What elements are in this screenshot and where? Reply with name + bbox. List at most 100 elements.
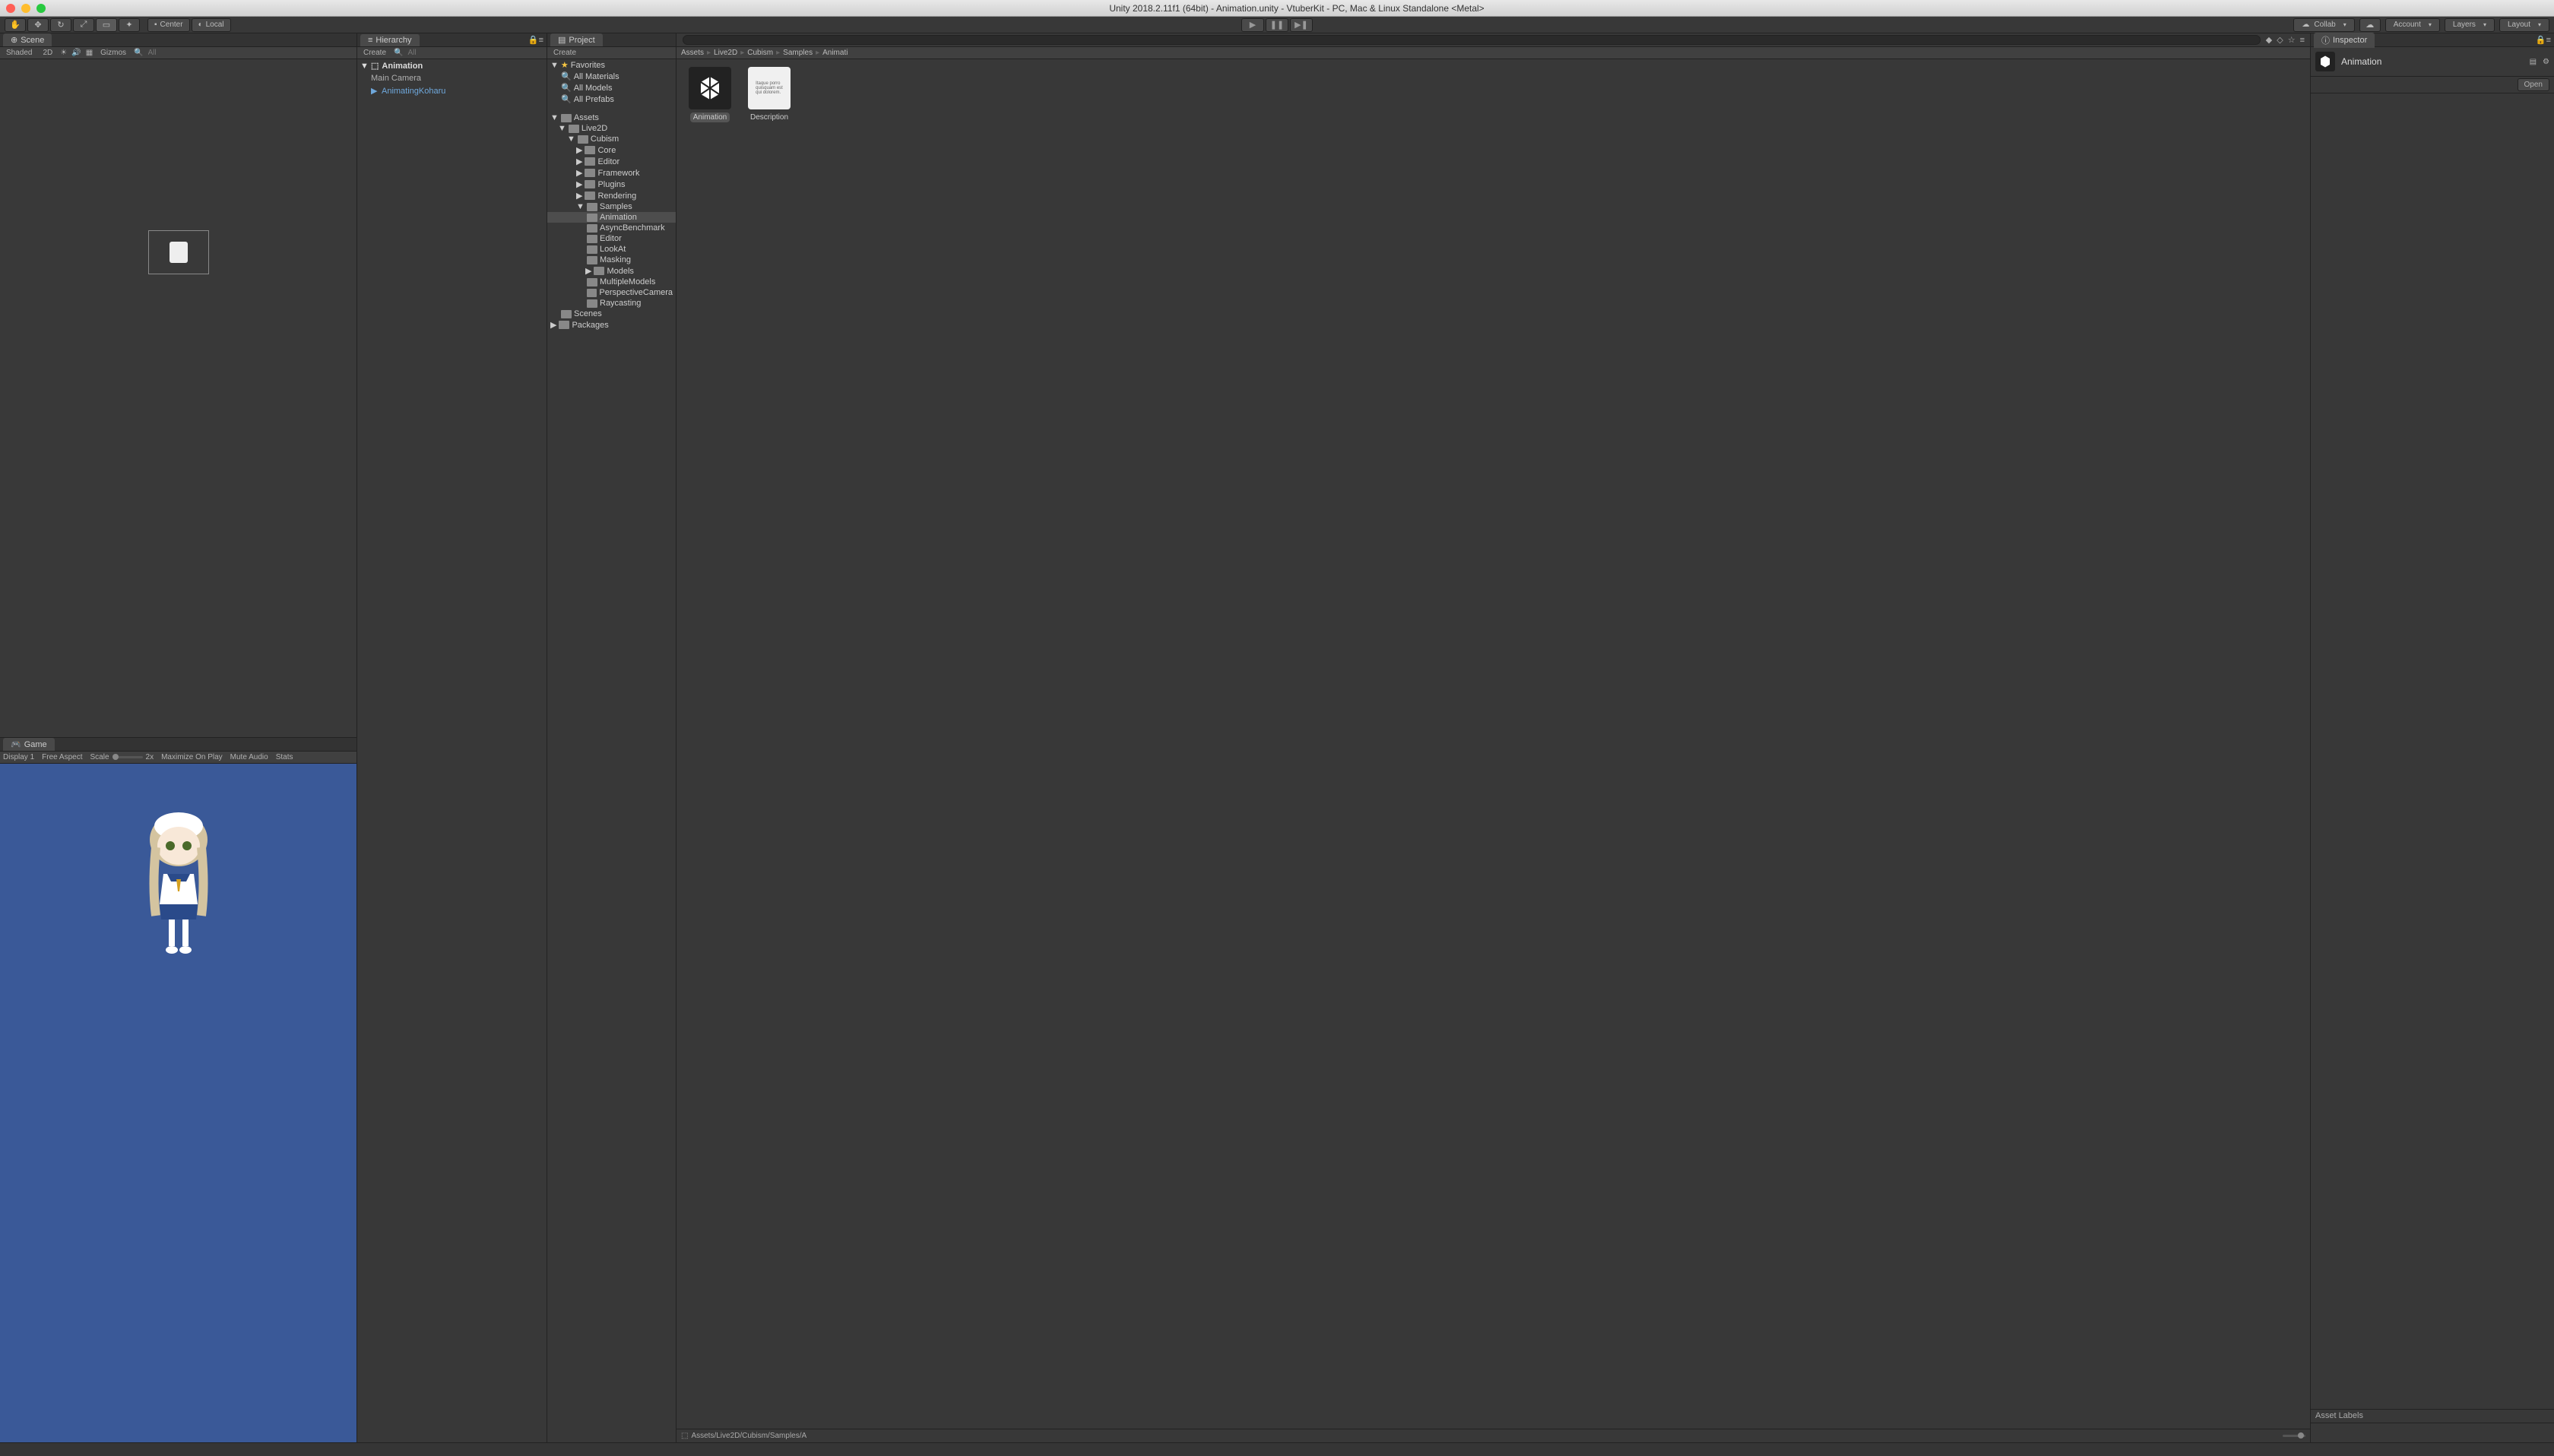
inspector-tab[interactable]: ⓘ Inspector bbox=[2314, 33, 2375, 48]
folder-item[interactable]: ▶Plugins bbox=[547, 179, 676, 190]
account-dropdown[interactable]: Account bbox=[2385, 18, 2440, 32]
filter-icon[interactable]: ◆ bbox=[2264, 35, 2274, 45]
foldout-icon[interactable]: ▶ bbox=[371, 86, 379, 96]
bundle-icon[interactable]: ▤ bbox=[2530, 58, 2537, 66]
layers-dropdown[interactable]: Layers bbox=[2445, 18, 2495, 32]
foldout-icon[interactable]: ▶ bbox=[550, 320, 556, 330]
light-icon[interactable]: ☀ bbox=[60, 49, 67, 57]
folder-item[interactable]: ▶Framework bbox=[547, 167, 676, 179]
open-button[interactable]: Open bbox=[2518, 78, 2549, 91]
hierarchy-item[interactable]: Main Camera bbox=[357, 72, 547, 84]
breadcrumb-item[interactable]: Live2D bbox=[714, 49, 737, 57]
folder-item[interactable]: ▼Cubism bbox=[547, 134, 676, 144]
close-button[interactable] bbox=[6, 4, 15, 13]
foldout-icon[interactable]: ▼ bbox=[550, 113, 559, 122]
scene-tab[interactable]: ⊕ Scene bbox=[3, 33, 52, 46]
folder-item[interactable]: Editor bbox=[547, 233, 676, 244]
services-button[interactable]: ☁ bbox=[2359, 18, 2381, 32]
pause-button[interactable]: ❚❚ bbox=[1266, 18, 1288, 32]
folder-item[interactable]: Masking bbox=[547, 255, 676, 265]
folder-item-selected[interactable]: Animation bbox=[547, 212, 676, 223]
scene-search[interactable] bbox=[148, 49, 353, 57]
foldout-icon[interactable]: ▶ bbox=[576, 191, 582, 201]
hand-tool[interactable]: ✋ bbox=[5, 18, 26, 32]
stats-toggle[interactable]: Stats bbox=[276, 753, 293, 761]
foldout-icon[interactable]: ▶ bbox=[576, 145, 582, 155]
scale-slider[interactable] bbox=[112, 756, 143, 758]
foldout-icon[interactable]: ▶ bbox=[585, 266, 591, 276]
folder-item[interactable]: AsyncBenchmark bbox=[547, 223, 676, 233]
foldout-icon[interactable]: ▼ bbox=[550, 61, 559, 70]
mute-toggle[interactable]: Mute Audio bbox=[230, 753, 268, 761]
folder-item[interactable]: ▼Live2D bbox=[547, 123, 676, 134]
2d-toggle[interactable]: 2D bbox=[40, 49, 55, 57]
hierarchy-tab[interactable]: ≡ Hierarchy bbox=[360, 34, 420, 46]
asset-item-scene[interactable]: Animation bbox=[684, 67, 736, 122]
foldout-icon[interactable]: ▶ bbox=[576, 168, 582, 178]
rect-tool[interactable]: ▭ bbox=[96, 18, 117, 32]
folder-item[interactable]: Scenes bbox=[547, 309, 676, 319]
folder-item[interactable]: MultipleModels bbox=[547, 277, 676, 287]
foldout-icon[interactable]: ▼ bbox=[567, 135, 575, 144]
hierarchy-search[interactable] bbox=[407, 49, 543, 57]
fav-item[interactable]: 🔍All Models bbox=[547, 82, 676, 93]
collab-dropdown[interactable]: ☁ Collab bbox=[2293, 18, 2354, 32]
filter-icon[interactable]: ◇ bbox=[2274, 35, 2285, 45]
lock-icon[interactable]: 🔒 bbox=[2536, 35, 2546, 45]
breadcrumb-item[interactable]: Animati bbox=[822, 49, 848, 57]
step-button[interactable]: ▶❚ bbox=[1290, 18, 1313, 32]
foldout-icon[interactable]: ▼ bbox=[558, 124, 566, 133]
project-tab[interactable]: ▤ Project bbox=[550, 33, 603, 46]
layout-dropdown[interactable]: Layout bbox=[2499, 18, 2549, 32]
breadcrumb-item[interactable]: Samples bbox=[783, 49, 813, 57]
hierarchy-item-prefab[interactable]: ▶ AnimatingKoharu bbox=[357, 84, 547, 97]
foldout-icon[interactable]: ▼ bbox=[576, 202, 585, 211]
fav-item[interactable]: 🔍All Materials bbox=[547, 71, 676, 82]
folder-item[interactable]: LookAt bbox=[547, 244, 676, 255]
scale-tool[interactable]: ⤢ bbox=[73, 18, 94, 32]
minimize-button[interactable] bbox=[21, 4, 30, 13]
menu-icon[interactable]: ≡ bbox=[2546, 36, 2551, 45]
scene-view[interactable] bbox=[0, 59, 356, 737]
fav-item[interactable]: 🔍All Prefabs bbox=[547, 93, 676, 105]
asset-item-doc[interactable]: Itaque porroquisquam estqui dolorem. Des… bbox=[743, 67, 795, 122]
camera-gizmo[interactable] bbox=[148, 230, 209, 274]
folder-item[interactable]: ▶Rendering bbox=[547, 190, 676, 201]
foldout-icon[interactable]: ▼ bbox=[360, 62, 368, 71]
project-search[interactable] bbox=[683, 35, 2261, 45]
create-dropdown[interactable]: Create bbox=[360, 49, 389, 57]
shaded-dropdown[interactable]: Shaded bbox=[3, 49, 35, 57]
maximize-button[interactable] bbox=[36, 4, 46, 13]
create-dropdown[interactable]: Create bbox=[550, 49, 579, 57]
aspect-dropdown[interactable]: Free Aspect bbox=[42, 753, 82, 761]
pivot-center-button[interactable]: ▪ Center bbox=[147, 18, 190, 32]
lock-icon[interactable]: 🔒 bbox=[528, 35, 539, 45]
scene-root[interactable]: ▼ ⬚ Animation bbox=[357, 59, 547, 72]
breadcrumb-item[interactable]: Assets bbox=[681, 49, 704, 57]
foldout-icon[interactable]: ▶ bbox=[576, 157, 582, 166]
folder-item[interactable]: ▶Models bbox=[547, 265, 676, 277]
pivot-local-button[interactable]: ◐ Local bbox=[192, 18, 231, 32]
gear-icon[interactable]: ⚙ bbox=[2543, 58, 2549, 66]
favorites-header[interactable]: ▼ ★ Favorites bbox=[547, 59, 676, 71]
move-tool[interactable]: ✥ bbox=[27, 18, 49, 32]
assets-root[interactable]: ▼ Assets bbox=[547, 112, 676, 123]
fx-icon[interactable]: ▦ bbox=[86, 49, 93, 57]
folder-item[interactable]: ▼Samples bbox=[547, 201, 676, 212]
foldout-icon[interactable]: ▶ bbox=[576, 179, 582, 189]
breadcrumb-item[interactable]: Cubism bbox=[747, 49, 773, 57]
menu-icon[interactable]: ≡ bbox=[2298, 36, 2307, 45]
game-tab[interactable]: 🎮 Game bbox=[3, 738, 55, 751]
play-button[interactable]: ▶ bbox=[1241, 18, 1264, 32]
folder-item[interactable]: ▶Editor bbox=[547, 156, 676, 167]
packages-root[interactable]: ▶ Packages bbox=[547, 319, 676, 331]
maximize-toggle[interactable]: Maximize On Play bbox=[161, 753, 223, 761]
folder-item[interactable]: Raycasting bbox=[547, 298, 676, 309]
game-view[interactable] bbox=[0, 764, 356, 1442]
audio-icon[interactable]: 🔊 bbox=[71, 49, 81, 57]
thumbnail-size-slider[interactable] bbox=[2283, 1435, 2305, 1437]
display-dropdown[interactable]: Display 1 bbox=[3, 753, 34, 761]
gizmos-dropdown[interactable]: Gizmos bbox=[97, 49, 129, 57]
menu-icon[interactable]: ≡ bbox=[539, 36, 543, 45]
assets-grid[interactable]: Animation Itaque porroquisquam estqui do… bbox=[677, 59, 2310, 1429]
